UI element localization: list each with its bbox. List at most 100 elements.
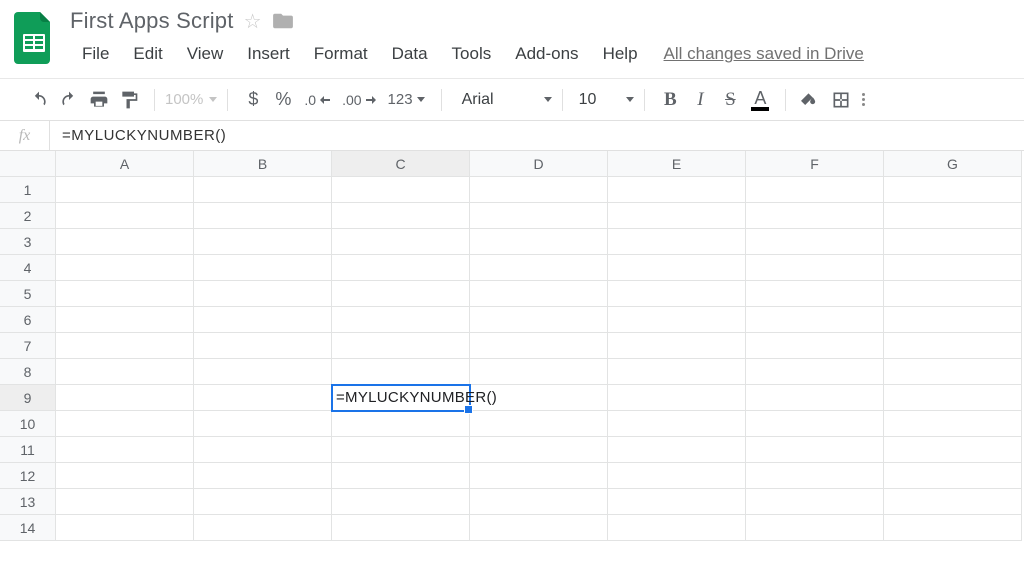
cell-A14[interactable]	[56, 515, 194, 541]
cell-E7[interactable]	[608, 333, 746, 359]
cell-F13[interactable]	[746, 489, 884, 515]
cell-F10[interactable]	[746, 411, 884, 437]
cell-G11[interactable]	[884, 437, 1022, 463]
row-header-1[interactable]: 1	[0, 177, 56, 203]
cell-A1[interactable]	[56, 177, 194, 203]
menu-insert[interactable]: Insert	[235, 40, 302, 68]
cell-F2[interactable]	[746, 203, 884, 229]
menu-addons[interactable]: Add-ons	[503, 40, 590, 68]
font-select[interactable]: Arial	[462, 91, 552, 109]
cell-D8[interactable]	[470, 359, 608, 385]
cell-D6[interactable]	[470, 307, 608, 333]
row-header-6[interactable]: 6	[0, 307, 56, 333]
cell-B5[interactable]	[194, 281, 332, 307]
cell-E2[interactable]	[608, 203, 746, 229]
cell-C9[interactable]: =MYLUCKYNUMBER()	[332, 385, 470, 411]
row-header-5[interactable]: 5	[0, 281, 56, 307]
column-header-F[interactable]: F	[746, 151, 884, 177]
cell-E5[interactable]	[608, 281, 746, 307]
menu-edit[interactable]: Edit	[121, 40, 174, 68]
cell-C4[interactable]	[332, 255, 470, 281]
row-header-12[interactable]: 12	[0, 463, 56, 489]
row-header-14[interactable]: 14	[0, 515, 56, 541]
currency-button[interactable]: $	[238, 85, 268, 115]
cell-A10[interactable]	[56, 411, 194, 437]
cell-E13[interactable]	[608, 489, 746, 515]
cell-D11[interactable]	[470, 437, 608, 463]
cell-G14[interactable]	[884, 515, 1022, 541]
cell-D2[interactable]	[470, 203, 608, 229]
cell-B7[interactable]	[194, 333, 332, 359]
column-header-D[interactable]: D	[470, 151, 608, 177]
row-header-2[interactable]: 2	[0, 203, 56, 229]
row-header-3[interactable]: 3	[0, 229, 56, 255]
cell-B10[interactable]	[194, 411, 332, 437]
cell-D12[interactable]	[470, 463, 608, 489]
cell-B2[interactable]	[194, 203, 332, 229]
cell-A13[interactable]	[56, 489, 194, 515]
cell-G12[interactable]	[884, 463, 1022, 489]
cell-F12[interactable]	[746, 463, 884, 489]
menu-format[interactable]: Format	[302, 40, 380, 68]
cell-G4[interactable]	[884, 255, 1022, 281]
cell-G5[interactable]	[884, 281, 1022, 307]
print-button[interactable]	[84, 85, 114, 115]
column-header-A[interactable]: A	[56, 151, 194, 177]
menu-file[interactable]: File	[70, 40, 121, 68]
fill-color-button[interactable]	[796, 85, 826, 115]
cell-E6[interactable]	[608, 307, 746, 333]
cell-A2[interactable]	[56, 203, 194, 229]
menu-view[interactable]: View	[175, 40, 236, 68]
cell-E3[interactable]	[608, 229, 746, 255]
cell-G8[interactable]	[884, 359, 1022, 385]
cell-E4[interactable]	[608, 255, 746, 281]
cell-E9[interactable]	[608, 385, 746, 411]
cell-G3[interactable]	[884, 229, 1022, 255]
cell-G6[interactable]	[884, 307, 1022, 333]
cell-A9[interactable]	[56, 385, 194, 411]
italic-button[interactable]: I	[685, 85, 715, 115]
cell-C12[interactable]	[332, 463, 470, 489]
cell-G10[interactable]	[884, 411, 1022, 437]
cell-B9[interactable]	[194, 385, 332, 411]
column-header-B[interactable]: B	[194, 151, 332, 177]
cell-A8[interactable]	[56, 359, 194, 385]
cell-G2[interactable]	[884, 203, 1022, 229]
cell-E12[interactable]	[608, 463, 746, 489]
select-all-corner[interactable]	[0, 151, 56, 177]
cell-D1[interactable]	[470, 177, 608, 203]
cell-G1[interactable]	[884, 177, 1022, 203]
cell-F9[interactable]	[746, 385, 884, 411]
column-header-G[interactable]: G	[884, 151, 1022, 177]
cell-F7[interactable]	[746, 333, 884, 359]
row-header-11[interactable]: 11	[0, 437, 56, 463]
font-size-select[interactable]: 10	[579, 91, 635, 109]
cell-E1[interactable]	[608, 177, 746, 203]
row-header-7[interactable]: 7	[0, 333, 56, 359]
formula-input[interactable]	[50, 127, 1024, 144]
cell-E10[interactable]	[608, 411, 746, 437]
row-header-9[interactable]: 9	[0, 385, 56, 411]
cell-B4[interactable]	[194, 255, 332, 281]
cell-B1[interactable]	[194, 177, 332, 203]
cell-G7[interactable]	[884, 333, 1022, 359]
cell-G13[interactable]	[884, 489, 1022, 515]
more-toolbar-icon[interactable]	[862, 93, 865, 106]
cell-E14[interactable]	[608, 515, 746, 541]
column-header-C[interactable]: C	[332, 151, 470, 177]
bold-button[interactable]: B	[655, 85, 685, 115]
cell-E8[interactable]	[608, 359, 746, 385]
percent-button[interactable]: %	[268, 85, 298, 115]
cell-F11[interactable]	[746, 437, 884, 463]
menu-help[interactable]: Help	[591, 40, 650, 68]
document-title[interactable]: First Apps Script	[70, 8, 234, 34]
cell-B6[interactable]	[194, 307, 332, 333]
row-header-4[interactable]: 4	[0, 255, 56, 281]
cell-F6[interactable]	[746, 307, 884, 333]
cell-A3[interactable]	[56, 229, 194, 255]
cell-C13[interactable]	[332, 489, 470, 515]
cell-C6[interactable]	[332, 307, 470, 333]
cell-C11[interactable]	[332, 437, 470, 463]
cell-F1[interactable]	[746, 177, 884, 203]
row-header-8[interactable]: 8	[0, 359, 56, 385]
